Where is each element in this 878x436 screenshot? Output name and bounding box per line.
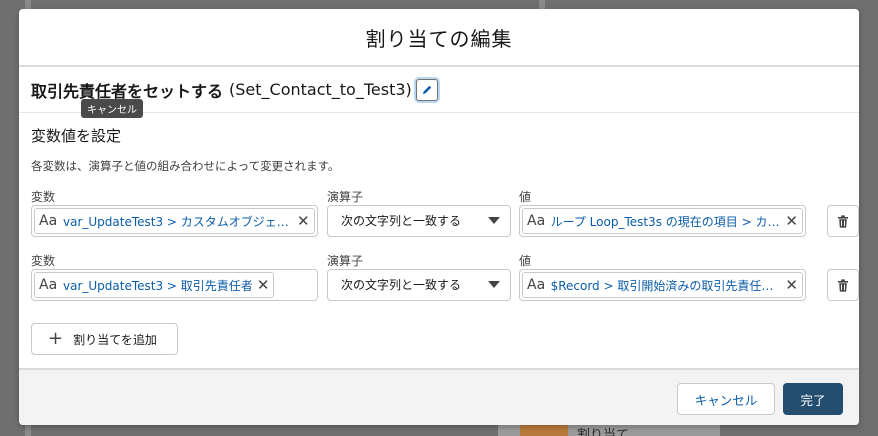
operator-value: 次の文字列と一致する xyxy=(341,214,462,228)
add-assignment-label: 割り当てを追加 xyxy=(73,332,157,347)
variable-label: 変数 xyxy=(31,190,56,204)
element-api-name: (Set_Contact_to_Test3) xyxy=(229,80,412,99)
trash-icon xyxy=(838,278,848,292)
assignment-body: 変数値を設定 各変数は、演算子と値の組み合わせによって変更されます。 変数 演算… xyxy=(19,113,859,316)
section-subtitle: 変数値を設定 xyxy=(31,127,122,145)
caret-down-icon xyxy=(488,217,500,224)
cancel-button[interactable]: キャンセル xyxy=(677,383,775,415)
canvas-node-label: 割り当て xyxy=(577,428,630,436)
operator-value: 次の文字列と一致する xyxy=(341,278,462,292)
remove-value-icon[interactable]: ✕ xyxy=(785,276,798,294)
assignment-row: 変数 演算子 値 Aa var_UpdateTest3 > カスタムオブジェ… … xyxy=(31,188,859,252)
element-header: 取引先責任者をセットする (Set_Contact_to_Test3) キャンセ… xyxy=(19,67,859,118)
trash-icon xyxy=(838,214,848,228)
operator-select[interactable]: 次の文字列と一致する xyxy=(327,205,511,237)
operator-select[interactable]: 次の文字列と一致する xyxy=(327,269,511,301)
value-pill: Aa $Record > 取引開始済みの取引先責任… ✕ xyxy=(522,272,803,298)
remove-value-icon[interactable]: ✕ xyxy=(785,212,798,230)
assignment-node-icon xyxy=(520,424,568,436)
variable-pill: Aa var_UpdateTest3 > 取引先責任者 ✕ xyxy=(34,272,275,298)
value-field[interactable]: Aa $Record > 取引開始済みの取引先責任… ✕ xyxy=(519,269,806,301)
variable-pill-text: var_UpdateTest3 > 取引先責任者 xyxy=(63,278,253,293)
value-label: 値 xyxy=(519,190,532,204)
pencil-icon xyxy=(422,85,431,94)
value-field[interactable]: Aa ループ Loop_Test3s の現在の項目 > カ… ✕ xyxy=(519,205,806,237)
variable-pill: Aa var_UpdateTest3 > カスタムオブジェ… ✕ xyxy=(34,208,315,234)
modal-header: 割り当ての編集 xyxy=(19,9,859,67)
variable-pill-text: var_UpdateTest3 > カスタムオブジェ… xyxy=(63,214,289,229)
value-label: 値 xyxy=(519,254,532,268)
variable-label: 変数 xyxy=(31,254,56,268)
text-resource-icon: Aa xyxy=(39,213,58,229)
plus-icon: + xyxy=(48,328,64,349)
value-pill-text: ループ Loop_Test3s の現在の項目 > カ… xyxy=(550,214,780,229)
modal-title: 割り当ての編集 xyxy=(365,26,513,51)
edit-element-button[interactable] xyxy=(415,78,438,101)
done-button[interactable]: 完了 xyxy=(783,383,843,415)
remove-variable-icon[interactable]: ✕ xyxy=(297,212,310,230)
assignment-row: 変数 演算子 値 Aa var_UpdateTest3 > 取引先責任者 ✕ 次… xyxy=(31,252,859,316)
delete-row-button[interactable] xyxy=(827,205,859,237)
element-label: 取引先責任者をセットする xyxy=(31,81,224,101)
value-pill: Aa ループ Loop_Test3s の現在の項目 > カ… ✕ xyxy=(522,208,803,234)
text-resource-icon: Aa xyxy=(527,213,546,229)
delete-row-button[interactable] xyxy=(827,269,859,301)
operator-label: 演算子 xyxy=(327,254,364,268)
caret-down-icon xyxy=(488,281,500,288)
tooltip: キャンセル xyxy=(81,99,143,118)
variable-field[interactable]: Aa var_UpdateTest3 > カスタムオブジェ… ✕ xyxy=(31,205,318,237)
operator-label: 演算子 xyxy=(327,190,364,204)
text-resource-icon: Aa xyxy=(527,277,546,293)
add-assignment-button[interactable]: + 割り当てを追加 xyxy=(31,323,178,355)
modal-footer: キャンセル 完了 xyxy=(19,368,859,425)
help-text: 各変数は、演算子と値の組み合わせによって変更されます。 xyxy=(31,159,340,173)
text-resource-icon: Aa xyxy=(39,277,58,293)
variable-field[interactable]: Aa var_UpdateTest3 > 取引先責任者 ✕ xyxy=(31,269,318,301)
edit-assignment-modal: 割り当ての編集 取引先責任者をセットする (Set_Contact_to_Tes… xyxy=(19,9,859,425)
value-pill-text: $Record > 取引開始済みの取引先責任… xyxy=(550,278,774,293)
remove-variable-icon[interactable]: ✕ xyxy=(257,276,270,294)
